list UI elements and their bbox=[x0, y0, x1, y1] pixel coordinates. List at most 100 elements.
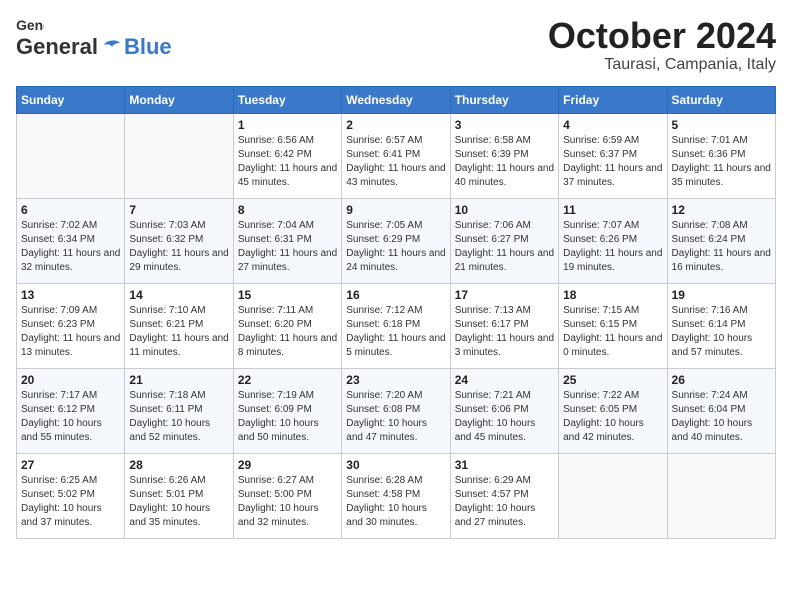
calendar-cell bbox=[559, 453, 667, 538]
day-number: 24 bbox=[455, 373, 554, 387]
day-details: Sunrise: 7:01 AMSunset: 6:36 PMDaylight:… bbox=[672, 134, 771, 190]
day-number: 8 bbox=[238, 203, 337, 217]
day-number: 28 bbox=[129, 458, 228, 472]
day-number: 22 bbox=[238, 373, 337, 387]
day-details: Sunrise: 6:29 AMSunset: 4:57 PMDaylight:… bbox=[455, 474, 554, 530]
day-details: Sunrise: 7:07 AMSunset: 6:26 PMDaylight:… bbox=[563, 219, 662, 275]
day-number: 29 bbox=[238, 458, 337, 472]
calendar-cell: 3Sunrise: 6:58 AMSunset: 6:39 PMDaylight… bbox=[450, 113, 558, 198]
calendar-cell: 13 Sunrise: 7:09 AMSunset: 6:23 PMDayligh… bbox=[17, 283, 125, 368]
weekday-header-sunday: Sunday bbox=[17, 86, 125, 113]
calendar-cell bbox=[667, 453, 775, 538]
calendar-cell: 28Sunrise: 6:26 AMSunset: 5:01 PMDayligh… bbox=[125, 453, 233, 538]
day-number: 11 bbox=[563, 203, 662, 217]
calendar-cell: 20 Sunrise: 7:17 AMSunset: 6:12 PMDayligh… bbox=[17, 368, 125, 453]
week-row-5: 27Sunrise: 6:25 AMSunset: 5:02 PMDayligh… bbox=[17, 453, 776, 538]
calendar-cell: 30Sunrise: 6:28 AMSunset: 4:58 PMDayligh… bbox=[342, 453, 450, 538]
day-number: 12 bbox=[672, 203, 771, 217]
logo-blue: Blue bbox=[124, 34, 172, 60]
calendar-cell: 21Sunrise: 7:18 AMSunset: 6:11 PMDayligh… bbox=[125, 368, 233, 453]
logo-icon: General bbox=[16, 16, 44, 34]
day-details: Sunrise: 7:08 AMSunset: 6:24 PMDaylight:… bbox=[672, 219, 771, 275]
day-number: 4 bbox=[563, 118, 662, 132]
calendar-cell: 12 Sunrise: 7:08 AMSunset: 6:24 PMDayligh… bbox=[667, 198, 775, 283]
calendar-cell: 7 Sunrise: 7:03 AMSunset: 6:32 PMDaylight… bbox=[125, 198, 233, 283]
title-area: October 2024 Taurasi, Campania, Italy bbox=[548, 16, 776, 74]
calendar-table: SundayMondayTuesdayWednesdayThursdayFrid… bbox=[16, 86, 776, 539]
location-title: Taurasi, Campania, Italy bbox=[548, 56, 776, 74]
day-details: Sunrise: 7:09 AMSunset: 6:23 PMDaylight:… bbox=[21, 304, 120, 360]
day-details: Sunrise: 6:58 AMSunset: 6:39 PMDaylight:… bbox=[455, 134, 554, 190]
weekday-header-wednesday: Wednesday bbox=[342, 86, 450, 113]
calendar-cell: 16 Sunrise: 7:12 AMSunset: 6:18 PMDayligh… bbox=[342, 283, 450, 368]
day-details: Sunrise: 7:06 AMSunset: 6:27 PMDaylight:… bbox=[455, 219, 554, 275]
day-number: 30 bbox=[346, 458, 445, 472]
calendar-cell: 4 Sunrise: 6:59 AMSunset: 6:37 PMDaylight… bbox=[559, 113, 667, 198]
calendar-cell: 25 Sunrise: 7:22 AMSunset: 6:05 PMDayligh… bbox=[559, 368, 667, 453]
calendar-cell: 14 Sunrise: 7:10 AMSunset: 6:21 PMDayligh… bbox=[125, 283, 233, 368]
day-details: Sunrise: 7:13 AMSunset: 6:17 PMDaylight:… bbox=[455, 304, 554, 360]
calendar-cell: 26 Sunrise: 7:24 AMSunset: 6:04 PMDayligh… bbox=[667, 368, 775, 453]
svg-text:General: General bbox=[16, 17, 44, 33]
calendar-cell: 17 Sunrise: 7:13 AMSunset: 6:17 PMDayligh… bbox=[450, 283, 558, 368]
day-details: Sunrise: 7:24 AMSunset: 6:04 PMDaylight:… bbox=[672, 389, 771, 445]
calendar-cell: 11 Sunrise: 7:07 AMSunset: 6:26 PMDayligh… bbox=[559, 198, 667, 283]
calendar-cell: 5 Sunrise: 7:01 AMSunset: 6:36 PMDaylight… bbox=[667, 113, 775, 198]
day-number: 7 bbox=[129, 203, 228, 217]
day-details: Sunrise: 7:17 AMSunset: 6:12 PMDaylight:… bbox=[21, 389, 120, 445]
week-row-2: 6 Sunrise: 7:02 AMSunset: 6:34 PMDaylight… bbox=[17, 198, 776, 283]
weekday-header-row: SundayMondayTuesdayWednesdayThursdayFrid… bbox=[17, 86, 776, 113]
calendar-cell: 9 Sunrise: 7:05 AMSunset: 6:29 PMDaylight… bbox=[342, 198, 450, 283]
day-number: 16 bbox=[346, 288, 445, 302]
day-details: Sunrise: 6:59 AMSunset: 6:37 PMDaylight:… bbox=[563, 134, 662, 190]
day-number: 17 bbox=[455, 288, 554, 302]
page-header: General General Blue October 2024 Tauras… bbox=[16, 16, 776, 74]
calendar-cell: 18 Sunrise: 7:15 AMSunset: 6:15 PMDayligh… bbox=[559, 283, 667, 368]
day-number: 6 bbox=[21, 203, 120, 217]
month-title: October 2024 bbox=[548, 16, 776, 56]
calendar-cell: 22 Sunrise: 7:19 AMSunset: 6:09 PMDayligh… bbox=[233, 368, 341, 453]
week-row-3: 13 Sunrise: 7:09 AMSunset: 6:23 PMDayligh… bbox=[17, 283, 776, 368]
day-details: Sunrise: 7:05 AMSunset: 6:29 PMDaylight:… bbox=[346, 219, 445, 275]
day-number: 15 bbox=[238, 288, 337, 302]
calendar-cell bbox=[17, 113, 125, 198]
logo: General General Blue bbox=[16, 16, 172, 60]
calendar-cell: 8 Sunrise: 7:04 AMSunset: 6:31 PMDaylight… bbox=[233, 198, 341, 283]
day-number: 13 bbox=[21, 288, 120, 302]
week-row-4: 20 Sunrise: 7:17 AMSunset: 6:12 PMDayligh… bbox=[17, 368, 776, 453]
calendar-cell: 27Sunrise: 6:25 AMSunset: 5:02 PMDayligh… bbox=[17, 453, 125, 538]
day-details: Sunrise: 6:56 AMSunset: 6:42 PMDaylight:… bbox=[238, 134, 337, 190]
day-number: 27 bbox=[21, 458, 120, 472]
day-number: 14 bbox=[129, 288, 228, 302]
weekday-header-thursday: Thursday bbox=[450, 86, 558, 113]
day-details: Sunrise: 7:10 AMSunset: 6:21 PMDaylight:… bbox=[129, 304, 228, 360]
day-details: Sunrise: 7:12 AMSunset: 6:18 PMDaylight:… bbox=[346, 304, 445, 360]
day-number: 26 bbox=[672, 373, 771, 387]
day-number: 18 bbox=[563, 288, 662, 302]
logo-general: General bbox=[16, 34, 98, 60]
day-number: 23 bbox=[346, 373, 445, 387]
day-details: Sunrise: 7:02 AMSunset: 6:34 PMDaylight:… bbox=[21, 219, 120, 275]
day-number: 9 bbox=[346, 203, 445, 217]
weekday-header-friday: Friday bbox=[559, 86, 667, 113]
day-details: Sunrise: 7:21 AMSunset: 6:06 PMDaylight:… bbox=[455, 389, 554, 445]
day-details: Sunrise: 7:20 AMSunset: 6:08 PMDaylight:… bbox=[346, 389, 445, 445]
calendar-cell: 6 Sunrise: 7:02 AMSunset: 6:34 PMDaylight… bbox=[17, 198, 125, 283]
day-details: Sunrise: 7:18 AMSunset: 6:11 PMDaylight:… bbox=[129, 389, 228, 445]
day-details: Sunrise: 7:22 AMSunset: 6:05 PMDaylight:… bbox=[563, 389, 662, 445]
day-details: Sunrise: 7:19 AMSunset: 6:09 PMDaylight:… bbox=[238, 389, 337, 445]
calendar-cell: 23 Sunrise: 7:20 AMSunset: 6:08 PMDayligh… bbox=[342, 368, 450, 453]
calendar-cell: 24 Sunrise: 7:21 AMSunset: 6:06 PMDayligh… bbox=[450, 368, 558, 453]
day-details: Sunrise: 7:03 AMSunset: 6:32 PMDaylight:… bbox=[129, 219, 228, 275]
day-number: 20 bbox=[21, 373, 120, 387]
day-details: Sunrise: 7:04 AMSunset: 6:31 PMDaylight:… bbox=[238, 219, 337, 275]
calendar-cell: 19Sunrise: 7:16 AMSunset: 6:14 PMDayligh… bbox=[667, 283, 775, 368]
day-number: 10 bbox=[455, 203, 554, 217]
day-number: 25 bbox=[563, 373, 662, 387]
weekday-header-monday: Monday bbox=[125, 86, 233, 113]
day-details: Sunrise: 6:27 AMSunset: 5:00 PMDaylight:… bbox=[238, 474, 337, 530]
day-number: 5 bbox=[672, 118, 771, 132]
day-number: 1 bbox=[238, 118, 337, 132]
day-details: Sunrise: 7:15 AMSunset: 6:15 PMDaylight:… bbox=[563, 304, 662, 360]
weekday-header-tuesday: Tuesday bbox=[233, 86, 341, 113]
